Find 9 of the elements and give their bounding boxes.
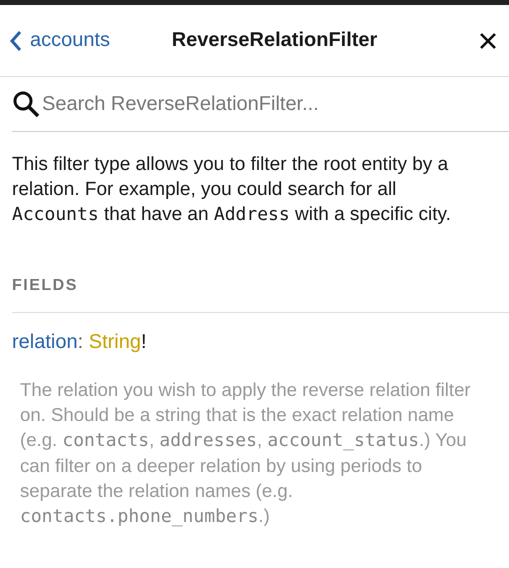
description-text: This filter type allows you to filter the root entity by a relation. For example, you could search for all Accounts that have an Address with a specific city. xyxy=(12,153,452,227)
field-signature: relation: String! xyxy=(12,331,148,354)
close-button[interactable] xyxy=(479,32,497,50)
page-title: ReverseRelationFilter xyxy=(170,29,378,52)
section-heading: FIELDS xyxy=(12,277,78,294)
back-button[interactable]: accounts xyxy=(10,29,110,52)
chevron-left-icon xyxy=(10,30,22,52)
field-description: The relation you wish to apply the reverse relation filter on. Should be a string that is the exact relation name (e.g. contacts, addresses, account_status.) You can filter on a deeper relation by using periods to separate the relation names (e.g. contacts.phone_numbers.) xyxy=(20,378,472,529)
search-icon xyxy=(12,90,40,118)
